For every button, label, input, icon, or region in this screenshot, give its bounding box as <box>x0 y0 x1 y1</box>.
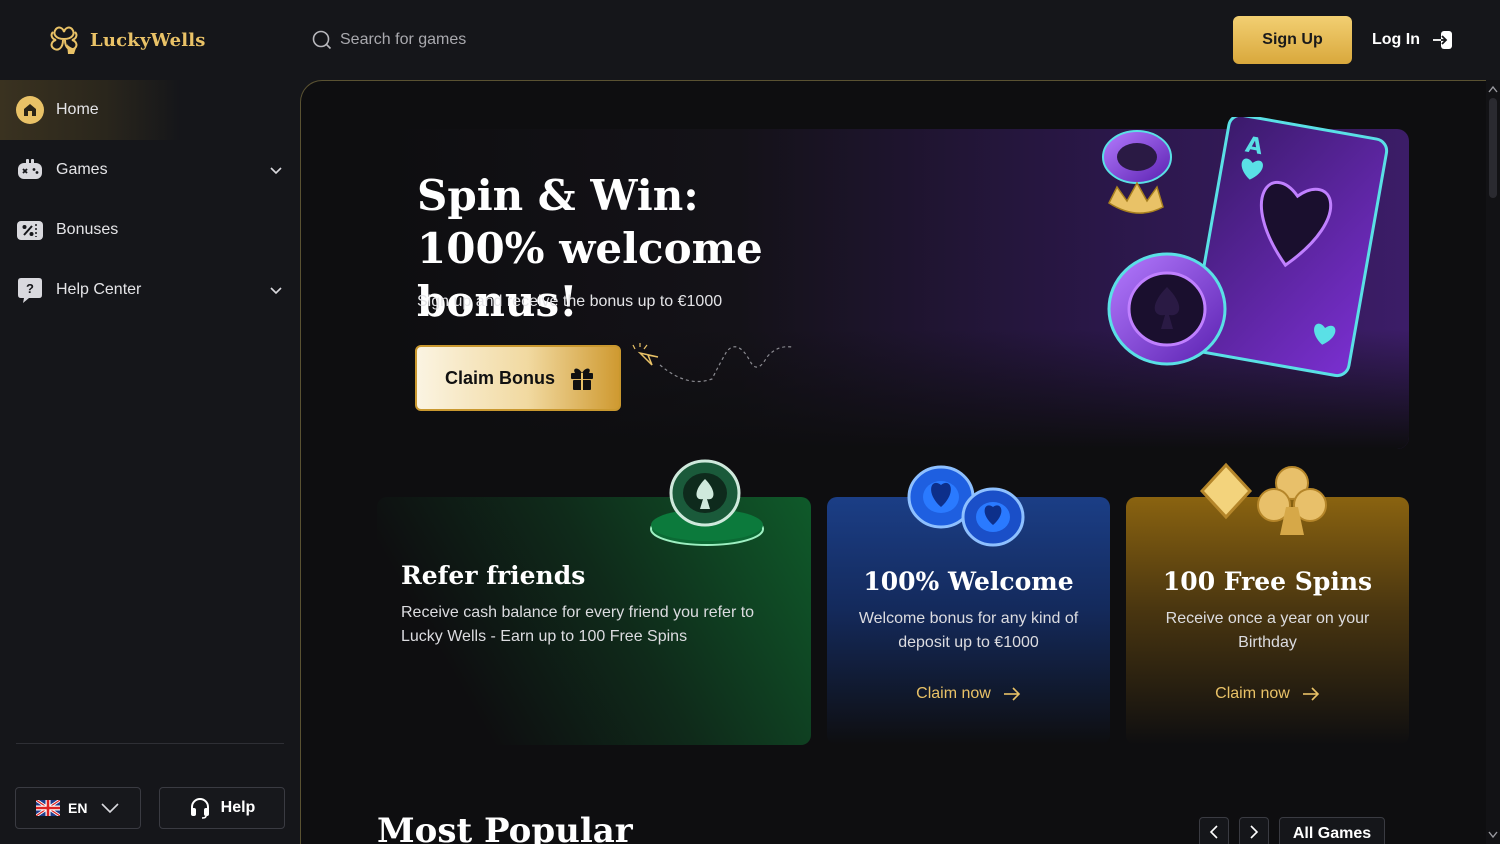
gift-icon <box>571 368 594 390</box>
uk-flag-icon <box>36 800 60 816</box>
main-content: Spin & Win: 100% welcome bonus! Sign up … <box>300 80 1486 844</box>
promo-card-refer-friends[interactable]: Refer friends Receive cash balance for e… <box>377 459 811 745</box>
promo-card-welcome[interactable]: 100% Welcome Welcome bonus for any kind … <box>827 465 1110 745</box>
clover-logo-icon <box>50 26 78 54</box>
sidebar-divider <box>16 743 284 744</box>
percent-ticket-icon <box>16 216 44 244</box>
search-icon <box>312 30 332 50</box>
home-icon <box>16 96 44 124</box>
sidebar: Home Games Bonuses ? Help Center EN Help <box>0 80 300 844</box>
sidebar-item-help-center[interactable]: ? Help Center <box>0 260 300 320</box>
promo-description: Receive once a year on your Birthday <box>1165 610 1370 651</box>
sidebar-item-games[interactable]: Games <box>0 140 300 200</box>
chevron-down-icon <box>101 803 120 814</box>
chevron-right-icon <box>1250 825 1259 839</box>
hero-banner: Spin & Win: 100% welcome bonus! Sign up … <box>377 117 1409 449</box>
section-title-most-popular: Most Popular <box>377 811 633 844</box>
headset-icon <box>190 798 209 819</box>
scroll-down-arrow-icon[interactable] <box>1486 828 1500 842</box>
carousel-next-button[interactable] <box>1239 817 1269 844</box>
claim-now-label: Claim now <box>1215 685 1290 702</box>
sidebar-item-label: Bonuses <box>56 221 119 238</box>
green-chip-icon <box>650 459 764 546</box>
promo-title: 100 Free Spins <box>1162 567 1373 596</box>
language-code: EN <box>68 800 88 816</box>
top-header: LuckyWells Sign Up Log In <box>0 0 1500 80</box>
brand-name: LuckyWells <box>90 29 206 51</box>
claim-now-link[interactable]: Claim now <box>827 685 1110 703</box>
sidebar-item-home[interactable]: Home <box>0 80 300 140</box>
sidebar-item-label: Home <box>56 101 99 118</box>
scrollbar-thumb[interactable] <box>1489 98 1497 198</box>
claim-now-label: Claim now <box>916 685 991 702</box>
chevron-down-icon[interactable] <box>268 162 284 178</box>
all-games-button[interactable]: All Games <box>1279 817 1385 844</box>
search-input[interactable] <box>340 31 600 49</box>
log-in-button[interactable]: Log In <box>1372 22 1454 58</box>
sign-up-button[interactable]: Sign Up <box>1233 16 1352 64</box>
chevron-left-icon <box>1209 825 1218 839</box>
chevron-down-icon[interactable] <box>268 282 284 298</box>
promo-card-free-spins[interactable]: 100 Free Spins Receive once a year on yo… <box>1126 462 1409 745</box>
blue-chips-icon <box>907 465 1025 547</box>
help-label: Help <box>220 799 256 816</box>
claim-now-link[interactable]: Claim now <box>1126 685 1409 703</box>
sidebar-item-label: Games <box>56 161 108 178</box>
claim-bonus-label: Claim Bonus <box>445 367 556 388</box>
scroll-up-arrow-icon[interactable] <box>1486 82 1500 96</box>
log-in-label: Log In <box>1372 31 1420 48</box>
help-button[interactable]: Help <box>159 787 285 829</box>
playing-card-chips-art: A <box>1102 117 1389 378</box>
gold-diamond-club-icon <box>1200 462 1327 535</box>
promo-description: Welcome bonus for any kind of deposit up… <box>858 610 1079 651</box>
sidebar-item-label: Help Center <box>56 281 142 298</box>
promo-title: 100% Welcome <box>863 567 1074 596</box>
decorative-cursor-squiggle-icon <box>632 343 793 383</box>
language-selector[interactable]: EN <box>15 787 141 829</box>
hero-title-line1: Spin & Win: <box>417 171 699 220</box>
promo-title: Refer friends <box>401 561 586 590</box>
page-scrollbar[interactable] <box>1486 80 1500 844</box>
svg-text:?: ? <box>26 281 34 296</box>
claim-bonus-button[interactable]: Claim Bonus <box>415 345 621 411</box>
hero-subtitle: Sign up and receive the bonus up to €100… <box>417 293 723 310</box>
gamepad-icon <box>16 156 44 184</box>
sidebar-item-bonuses[interactable]: Bonuses <box>0 200 300 260</box>
search-bar[interactable] <box>312 26 612 54</box>
promo-description: Receive cash balance for every friend yo… <box>401 604 755 645</box>
login-arrow-icon <box>1432 31 1452 49</box>
question-bubble-icon: ? <box>16 276 44 304</box>
carousel-prev-button[interactable] <box>1199 817 1229 844</box>
brand-logo[interactable]: LuckyWells <box>46 22 206 58</box>
arrow-right-icon <box>1003 687 1020 701</box>
arrow-right-icon <box>1302 687 1319 701</box>
